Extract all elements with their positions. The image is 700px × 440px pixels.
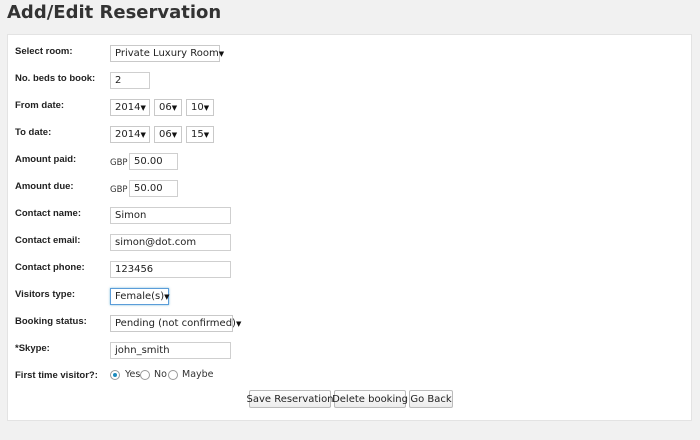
to-day-select[interactable]: 15 ▼	[186, 126, 214, 143]
visitors-type-value: Female(s)	[115, 291, 165, 302]
amount-due-input[interactable]: 50.00	[129, 180, 178, 197]
room-label: Select room:	[15, 46, 73, 57]
skype-label: *Skype:	[15, 343, 50, 354]
beds-input[interactable]: 2	[110, 72, 150, 89]
chevron-down-icon: ▼	[171, 103, 178, 112]
radio-no[interactable]	[140, 370, 150, 380]
contact-email-label: Contact email:	[15, 235, 81, 246]
chevron-down-icon: ▼	[218, 49, 225, 58]
visitors-type-select[interactable]: Female(s) ▼	[110, 288, 170, 305]
from-year-value: 2014	[115, 102, 141, 113]
contact-name-input[interactable]: Simon	[110, 207, 231, 224]
chevron-down-icon: ▼	[171, 130, 178, 139]
amount-paid-currency: GBP	[110, 158, 128, 168]
delete-booking-button[interactable]: Delete booking	[332, 390, 408, 408]
chevron-down-icon: ▼	[164, 292, 170, 301]
visitors-type-label: Visitors type:	[15, 289, 76, 300]
from-month-value: 06	[159, 102, 172, 113]
amount-paid-label: Amount paid:	[15, 154, 77, 165]
first-time-label: First time visitor?:	[15, 370, 98, 381]
chevron-down-icon: ▼	[235, 319, 242, 328]
to-day-value: 15	[191, 129, 204, 140]
to-month-select[interactable]: 06 ▼	[154, 126, 182, 143]
radio-maybe-label[interactable]: Maybe	[182, 369, 214, 380]
chevron-down-icon: ▼	[203, 130, 210, 139]
radio-no-label[interactable]: No	[154, 369, 167, 380]
room-select[interactable]: Private Luxury Room ▼	[110, 45, 224, 62]
to-date-label: To date:	[15, 127, 52, 138]
booking-status-select[interactable]: Pending (not confirmed) ▼	[110, 315, 241, 332]
beds-label: No. beds to book:	[15, 73, 96, 84]
booking-status-label: Booking status:	[15, 316, 87, 327]
amount-due-label: Amount due:	[15, 181, 74, 192]
contact-email-input[interactable]: simon@dot.com	[110, 234, 231, 251]
from-date-label: From date:	[15, 100, 65, 111]
from-month-select[interactable]: 06 ▼	[154, 99, 182, 116]
contact-phone-label: Contact phone:	[15, 262, 85, 273]
booking-status-value: Pending (not confirmed)	[115, 318, 236, 329]
contact-name-label: Contact name:	[15, 208, 81, 219]
radio-yes[interactable]	[110, 370, 120, 380]
radio-maybe[interactable]	[168, 370, 178, 380]
reservation-form-panel	[7, 34, 692, 421]
chevron-down-icon: ▼	[203, 103, 210, 112]
from-year-select[interactable]: 2014 ▼	[110, 99, 150, 116]
to-month-value: 06	[159, 129, 172, 140]
page-title: Add/Edit Reservation	[7, 2, 222, 23]
contact-phone-input[interactable]: 123456	[110, 261, 231, 278]
chevron-down-icon: ▼	[140, 103, 146, 112]
amount-due-currency: GBP	[110, 185, 128, 195]
chevron-down-icon: ▼	[140, 130, 146, 139]
go-back-button[interactable]: Go Back	[409, 390, 453, 408]
amount-paid-input[interactable]: 50.00	[129, 153, 178, 170]
to-year-select[interactable]: 2014 ▼	[110, 126, 150, 143]
to-year-value: 2014	[115, 129, 141, 140]
room-select-value: Private Luxury Room	[115, 48, 219, 59]
skype-input[interactable]: john_smith	[110, 342, 231, 359]
radio-yes-label[interactable]: Yes	[125, 369, 140, 380]
save-reservation-button[interactable]: Save Reservation	[246, 390, 334, 408]
from-day-select[interactable]: 10 ▼	[186, 99, 214, 116]
from-day-value: 10	[191, 102, 204, 113]
